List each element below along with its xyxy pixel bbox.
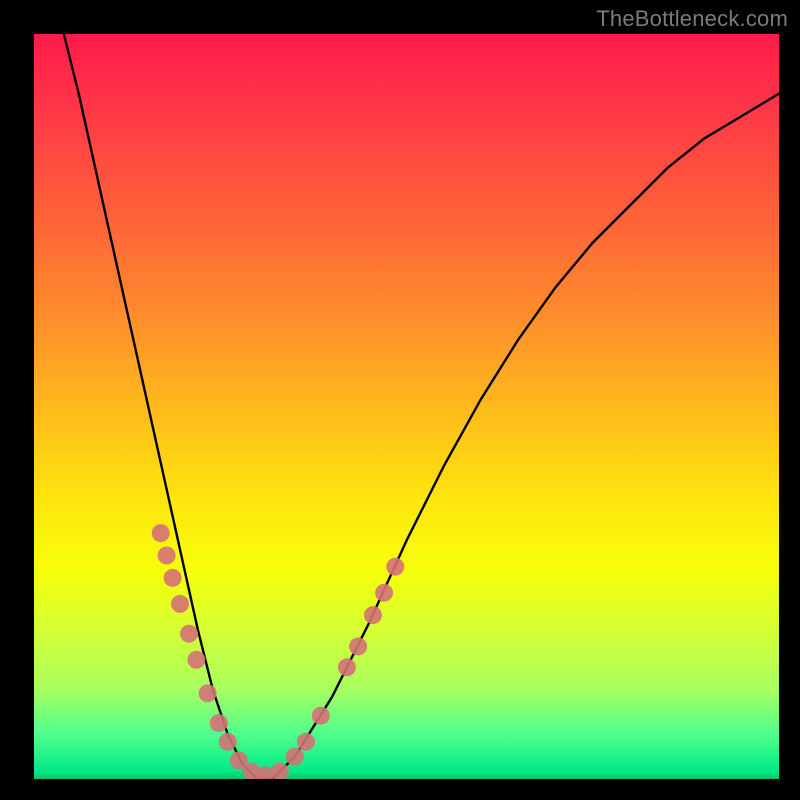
curve-marker [180,625,198,643]
curve-marker [152,524,170,542]
curve-marker [158,547,176,565]
curve-marker [338,658,356,676]
curve-marker [375,584,393,602]
curve-marker [349,637,367,655]
chart-frame: TheBottleneck.com [0,0,800,800]
chart-svg [34,34,779,779]
curve-marker [386,558,404,576]
plot-area [34,34,779,779]
bottleneck-curve [64,34,779,779]
curve-marker [286,748,304,766]
curve-marker [164,569,182,587]
curve-marker [364,606,382,624]
curve-marker [187,651,205,669]
curve-marker [297,733,315,751]
curve-marker [210,714,228,732]
curve-marker [312,707,330,725]
curve-marker [199,684,217,702]
curve-marker [171,595,189,613]
curve-markers [152,524,405,779]
watermark-text: TheBottleneck.com [596,6,788,32]
curve-marker [219,733,237,751]
